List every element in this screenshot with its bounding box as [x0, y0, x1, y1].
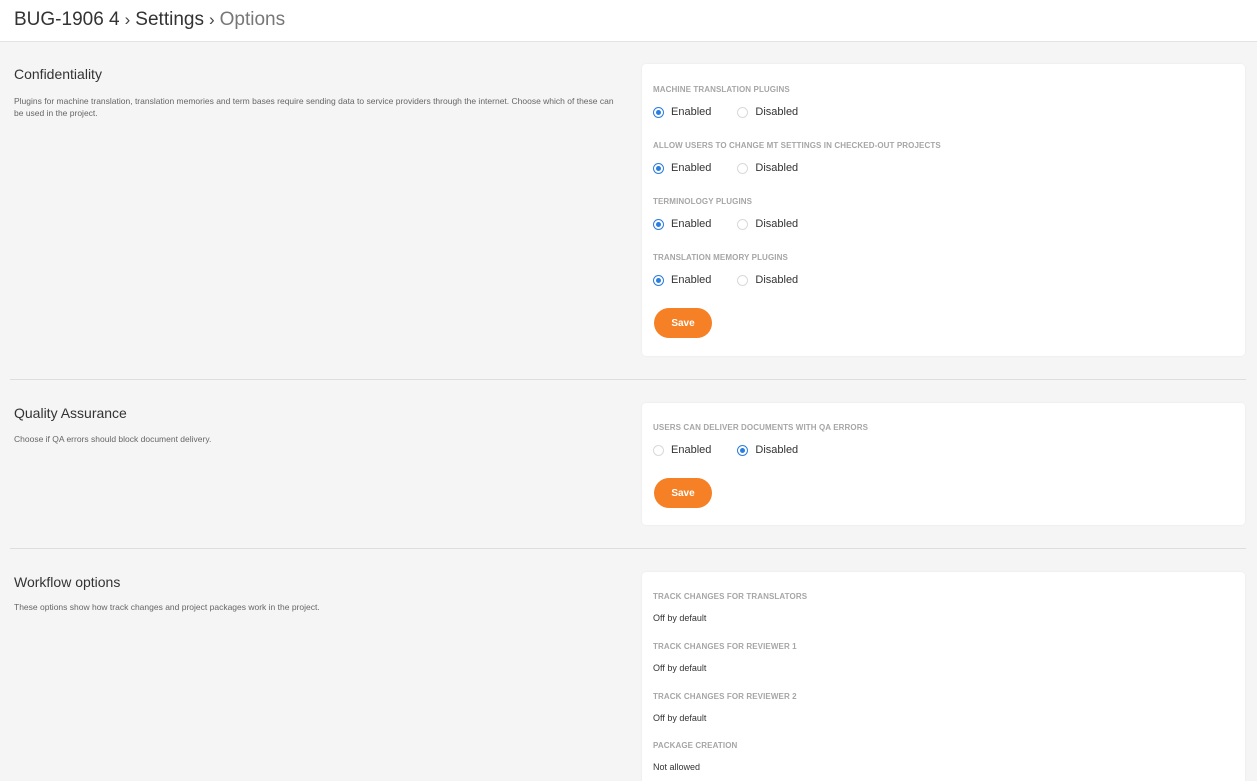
confidentiality-description: Plugins for machine translation, transla… [14, 96, 614, 118]
package-creation-value: Not allowed [653, 762, 701, 772]
radio-checked-icon [653, 162, 664, 174]
mt-plugins-label: MACHINE TRANSLATION PLUGINS [653, 85, 790, 94]
workflow-options-title: Workflow options [14, 574, 121, 590]
qa-errors-disabled-radio[interactable]: Disabled [737, 444, 798, 456]
radio-unchecked-icon [737, 106, 749, 118]
mt-plugins-radio-group: Enabled Disabled [653, 104, 824, 120]
radio-label: Enabled [671, 218, 712, 230]
mt-settings-disabled-radio[interactable]: Disabled [737, 162, 798, 174]
radio-label: Enabled [671, 162, 712, 174]
radio-unchecked-icon [737, 274, 749, 286]
radio-label: Disabled [755, 444, 799, 456]
radio-label: Enabled [671, 106, 712, 118]
mt-settings-enabled-radio[interactable]: Enabled [653, 162, 711, 174]
chevron-right-icon: › [124, 10, 131, 29]
track-changes-translators-value: Off by default [653, 613, 707, 623]
track-changes-reviewer1-label: TRACK CHANGES FOR REVIEWER 1 [653, 642, 797, 651]
qa-errors-radio-group: Enabled Disabled [653, 442, 824, 458]
breadcrumb: BUG-1906 4 › Settings › Options [14, 8, 285, 32]
package-creation-label: PACKAGE CREATION [653, 741, 738, 750]
section-divider [10, 548, 1246, 549]
quality-assurance-save-button[interactable]: Save [654, 478, 712, 508]
confidentiality-card: MACHINE TRANSLATION PLUGINS Enabled Disa… [642, 64, 1245, 356]
mt-settings-radio-group: Enabled Disabled [653, 160, 824, 176]
workflow-options-card: TRACK CHANGES FOR TRANSLATORS Off by def… [642, 572, 1245, 781]
track-changes-reviewer2-value: Off by default [653, 713, 707, 723]
confidentiality-title: Confidentiality [14, 66, 102, 82]
tm-plugins-label: TRANSLATION MEMORY PLUGINS [653, 253, 788, 262]
track-changes-translators-label: TRACK CHANGES FOR TRANSLATORS [653, 592, 808, 601]
qa-errors-delivery-label: USERS CAN DELIVER DOCUMENTS WITH QA ERRO… [653, 423, 869, 432]
track-changes-reviewer1-value: Off by default [653, 663, 707, 673]
quality-assurance-card: USERS CAN DELIVER DOCUMENTS WITH QA ERRO… [642, 403, 1245, 525]
confidentiality-save-button[interactable]: Save [654, 308, 712, 338]
terminology-enabled-radio[interactable]: Enabled [653, 218, 711, 230]
radio-unchecked-icon [737, 218, 749, 230]
radio-checked-icon [737, 444, 749, 456]
radio-label: Disabled [755, 218, 799, 230]
tm-plugins-disabled-radio[interactable]: Disabled [737, 274, 798, 286]
breadcrumb-settings[interactable]: Settings [135, 9, 204, 30]
radio-label: Enabled [671, 274, 712, 286]
radio-checked-icon [653, 274, 664, 286]
header-bar: BUG-1906 4 › Settings › Options [0, 0, 1257, 42]
qa-errors-enabled-radio[interactable]: Enabled [653, 444, 711, 456]
radio-label: Disabled [755, 274, 799, 286]
radio-unchecked-icon [653, 444, 664, 456]
radio-unchecked-icon [737, 162, 749, 174]
radio-label: Disabled [755, 106, 799, 118]
radio-label: Enabled [671, 444, 712, 456]
radio-label: Disabled [755, 162, 799, 174]
chevron-right-icon: › [208, 10, 215, 29]
mt-plugins-enabled-radio[interactable]: Enabled [653, 106, 711, 118]
breadcrumb-current-page: Options [219, 9, 286, 30]
section-divider [10, 379, 1246, 380]
terminology-radio-group: Enabled Disabled [653, 216, 824, 232]
mt-settings-checked-out-label: ALLOW USERS TO CHANGE MT SETTINGS IN CHE… [653, 141, 941, 150]
workflow-options-description: These options show how track changes and… [14, 602, 320, 612]
terminology-plugins-label: TERMINOLOGY PLUGINS [653, 197, 753, 206]
mt-plugins-disabled-radio[interactable]: Disabled [737, 106, 798, 118]
tm-plugins-enabled-radio[interactable]: Enabled [653, 274, 711, 286]
radio-checked-icon [653, 218, 664, 230]
quality-assurance-description: Choose if QA errors should block documen… [14, 434, 212, 444]
terminology-disabled-radio[interactable]: Disabled [737, 218, 798, 230]
quality-assurance-title: Quality Assurance [14, 405, 127, 421]
tm-plugins-radio-group: Enabled Disabled [653, 272, 824, 288]
radio-checked-icon [653, 106, 664, 118]
breadcrumb-project[interactable]: BUG-1906 4 [14, 9, 120, 30]
track-changes-reviewer2-label: TRACK CHANGES FOR REVIEWER 2 [653, 692, 797, 701]
